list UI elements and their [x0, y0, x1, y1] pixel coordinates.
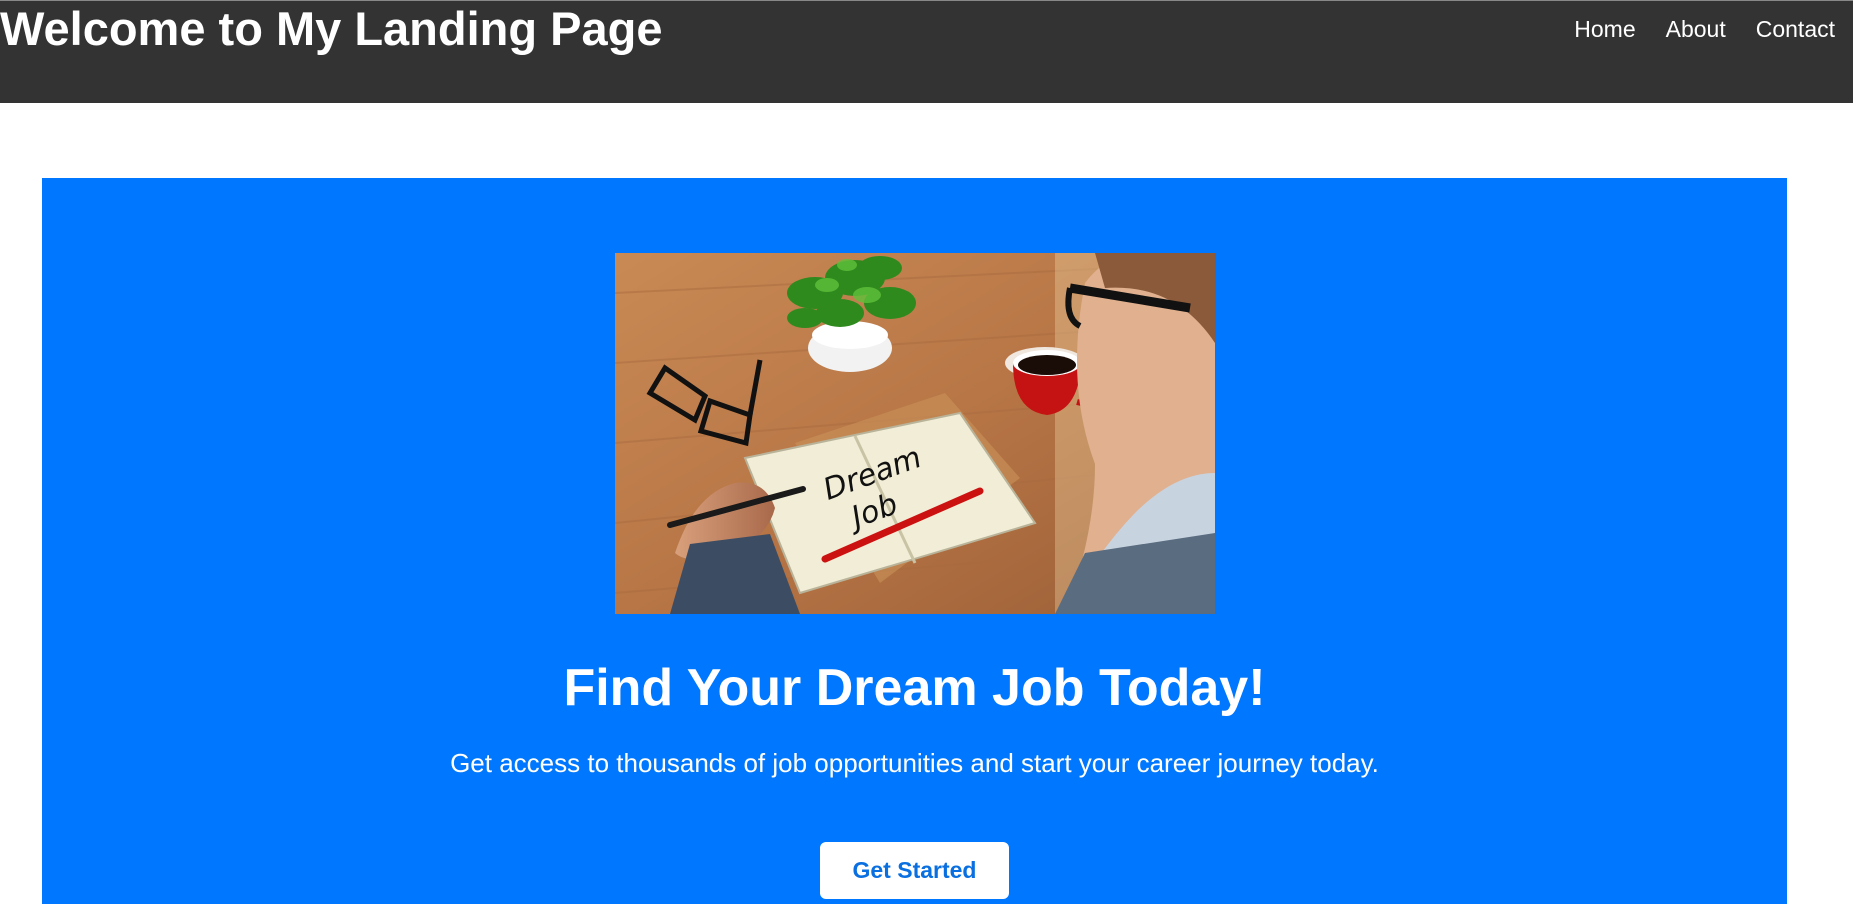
- get-started-button[interactable]: Get Started: [820, 842, 1009, 899]
- nav-link-home[interactable]: Home: [1574, 13, 1635, 45]
- hero-title: Find Your Dream Job Today!: [563, 659, 1266, 717]
- site-header: Welcome to My Landing Page Home About Co…: [0, 0, 1853, 103]
- main-nav: Home About Contact: [1574, 13, 1835, 45]
- hero-section: Dream Job Find Your Dream Job Today! Get…: [42, 178, 1787, 904]
- nav-link-about[interactable]: About: [1666, 13, 1726, 45]
- hero-image: Dream Job: [615, 253, 1215, 614]
- site-title: Welcome to My Landing Page: [0, 2, 663, 55]
- nav-link-contact[interactable]: Contact: [1756, 13, 1835, 45]
- hero-subtitle: Get access to thousands of job opportuni…: [450, 748, 1379, 778]
